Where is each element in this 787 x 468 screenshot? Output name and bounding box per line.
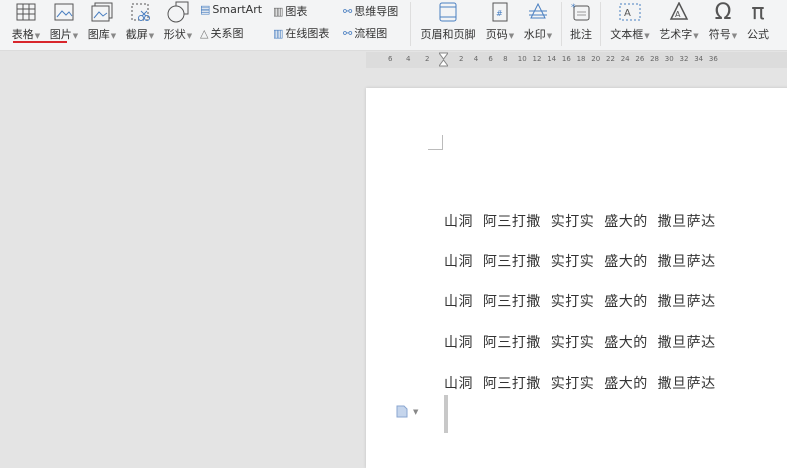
pi-icon: π — [751, 0, 765, 25]
smartart-button[interactable]: ▤ SmartArt — [200, 3, 262, 16]
textbox-label: 文本框 — [610, 28, 644, 41]
document-line[interactable]: 山洞 阿三打撒 实打实 盛大的 撒旦萨达 — [444, 211, 716, 231]
ruler-number: 16 — [561, 55, 571, 63]
picture-icon — [54, 3, 74, 21]
text-cursor — [444, 395, 448, 433]
comment-label: 批注 — [570, 28, 592, 41]
online-chart-button[interactable]: ▥ 在线图表 — [273, 25, 329, 41]
ruler-number: 36 — [708, 55, 718, 63]
flowchart-label: 流程图 — [354, 27, 388, 40]
flowchart-button[interactable]: ⚯ 流程图 — [343, 25, 387, 41]
textbox-button[interactable]: A 文本框▼ — [605, 0, 655, 48]
paste-options-button[interactable]: ▼ — [396, 405, 418, 418]
ruler-number: 12 — [532, 55, 542, 63]
chart-button[interactable]: ▥ 图表 — [273, 3, 307, 19]
chart-icon: ▥ — [273, 4, 284, 18]
watermark-icon — [529, 2, 547, 19]
wordart-label: 艺术字 — [659, 28, 693, 41]
ruler-number: 32 — [679, 55, 689, 63]
shape-icon — [167, 1, 189, 23]
screenshot-label: 截屏 — [125, 28, 148, 41]
separator — [410, 2, 411, 46]
symbol-button[interactable]: Ω 符号▼ — [705, 0, 741, 48]
omega-icon: Ω — [714, 0, 732, 25]
ruler-number: 28 — [650, 55, 660, 63]
ruler-number: 24 — [620, 55, 630, 63]
ruler-number: 30 — [664, 55, 674, 63]
document-line[interactable]: 山洞 阿三打撒 实打实 盛大的 撒旦萨达 — [444, 291, 716, 311]
ruler-number: 10 — [517, 55, 527, 63]
chevron-down-icon: ▼ — [413, 407, 419, 416]
scissors-icon — [131, 3, 150, 21]
ruler-number: 2 — [425, 55, 430, 63]
gallery-button[interactable]: 图库▼ — [84, 0, 120, 48]
indent-marker[interactable] — [439, 52, 448, 68]
gallery-label: 图库 — [87, 28, 110, 41]
smartart-label: SmartArt — [212, 3, 263, 16]
chart-label: 图表 — [285, 5, 308, 18]
symbol-label: 符号 — [708, 28, 731, 41]
watermark-button[interactable]: 水印▼ — [520, 0, 556, 48]
relation-icon: △ — [200, 26, 209, 40]
table-label: 表格 — [11, 28, 34, 41]
mindmap-label: 思维导图 — [354, 5, 399, 18]
svg-text:A: A — [624, 8, 631, 19]
ruler-number: 18 — [576, 55, 586, 63]
paste-icon — [396, 405, 408, 418]
smartart-icon: ▤ — [200, 3, 211, 16]
ruler-number: 34 — [694, 55, 704, 63]
shape-button[interactable]: 形状▼ — [160, 0, 196, 48]
document-line[interactable]: 山洞 阿三打撒 实打实 盛大的 撒旦萨达 — [444, 251, 716, 271]
ruler-number: 20 — [591, 55, 601, 63]
relation-label: 关系图 — [210, 27, 244, 40]
svg-text:#: # — [496, 9, 503, 18]
mindmap-icon: ⚯ — [343, 4, 353, 18]
separator — [561, 2, 562, 46]
document-line[interactable]: 山洞 阿三打撒 实打实 盛大的 撒旦萨达 — [444, 332, 716, 352]
shape-label: 形状 — [163, 28, 186, 41]
page-number-label: 页码 — [485, 28, 508, 41]
table-icon — [16, 3, 36, 21]
ruler-number: 26 — [635, 55, 645, 63]
wordart-icon: A — [669, 2, 689, 20]
ruler-number: 4 — [406, 55, 411, 63]
page-number-icon: # — [492, 2, 508, 22]
ruler-number: 4 — [473, 55, 479, 63]
ruler-number: 14 — [547, 55, 557, 63]
formula-button[interactable]: π 公式 — [743, 0, 773, 48]
comment-button[interactable]: * 批注 — [566, 0, 596, 48]
ruler-number: 22 — [606, 55, 615, 63]
ruler-number: 2 — [459, 55, 464, 63]
ruler-number: 6 — [388, 55, 393, 63]
textbox-icon: A — [619, 3, 641, 21]
watermark-label: 水印 — [523, 28, 546, 41]
header-footer-label: 页眉和页脚 — [420, 28, 476, 41]
online-chart-icon: ▥ — [273, 26, 284, 40]
header-footer-icon — [439, 2, 457, 22]
ruler-number: 8 — [503, 55, 508, 63]
relation-button[interactable]: △ 关系图 — [200, 25, 243, 41]
gallery-icon — [91, 2, 113, 22]
svg-text:*: * — [571, 3, 576, 13]
svg-text:A: A — [675, 10, 681, 19]
online-chart-label: 在线图表 — [285, 27, 330, 40]
wordart-button[interactable]: A 艺术字▼ — [655, 0, 703, 48]
screenshot-button[interactable]: 截屏▼ — [122, 0, 158, 48]
document-line[interactable]: 山洞 阿三打撒 实打实 盛大的 撒旦萨达 — [444, 373, 716, 393]
separator — [600, 2, 601, 46]
active-underline — [13, 41, 67, 43]
picture-label: 图片 — [49, 28, 72, 41]
formula-label: 公式 — [747, 28, 769, 41]
header-footer-button[interactable]: 页眉和页脚 — [418, 0, 478, 48]
mindmap-button[interactable]: ⚯ 思维导图 — [343, 3, 398, 19]
ruler-number: 6 — [488, 55, 493, 63]
margin-corner-mark — [428, 135, 443, 150]
flowchart-icon: ⚯ — [343, 26, 353, 40]
ribbon-toolbar: 表格▼ 图片▼ 图库▼ 截屏▼ 形状▼ ▤ SmartArt △ 关系图 ▥ 图表 ▥… — [0, 0, 787, 51]
page-number-button[interactable]: # 页码▼ — [482, 0, 518, 48]
comment-icon: * — [571, 3, 590, 21]
